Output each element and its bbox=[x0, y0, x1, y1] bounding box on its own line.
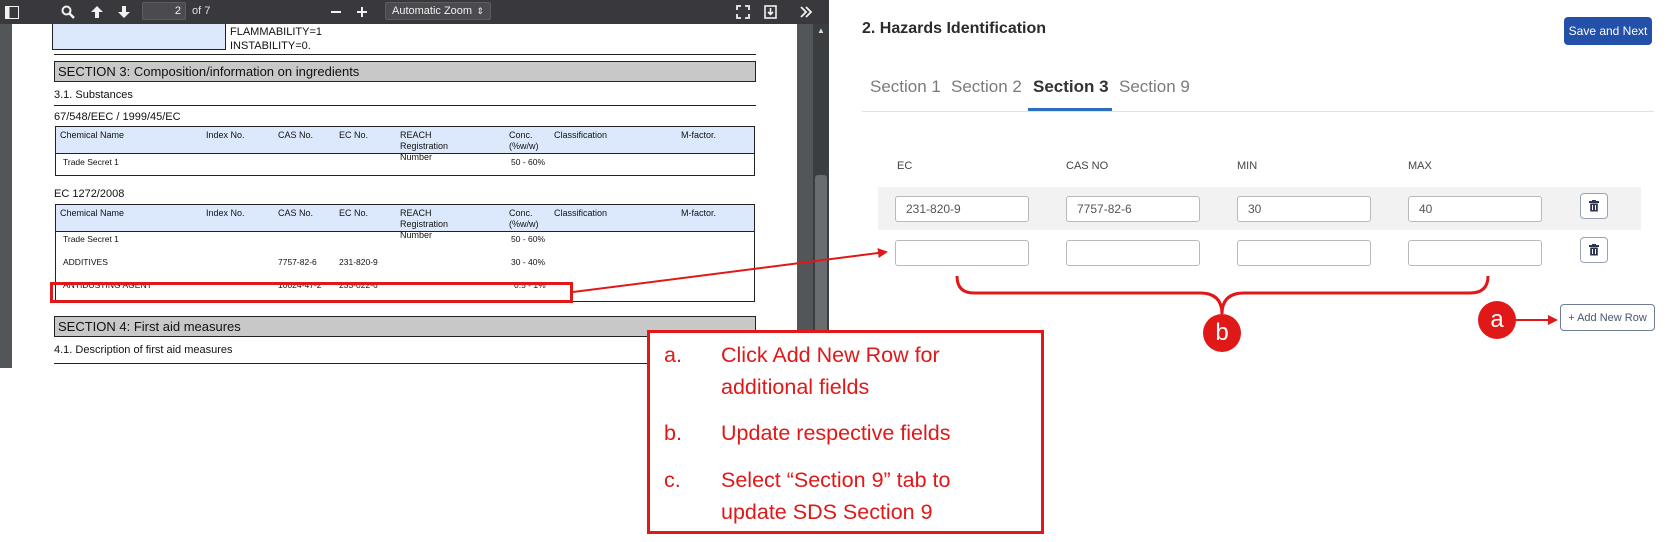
annotation-bubble-b: b bbox=[1203, 314, 1241, 352]
bracket-b bbox=[955, 275, 1490, 315]
annotation-bubble-a: a bbox=[1478, 301, 1516, 339]
arrow-to-form bbox=[572, 248, 888, 293]
instructions-callout: a. Click Add New Row for additional fiel… bbox=[647, 330, 1044, 534]
